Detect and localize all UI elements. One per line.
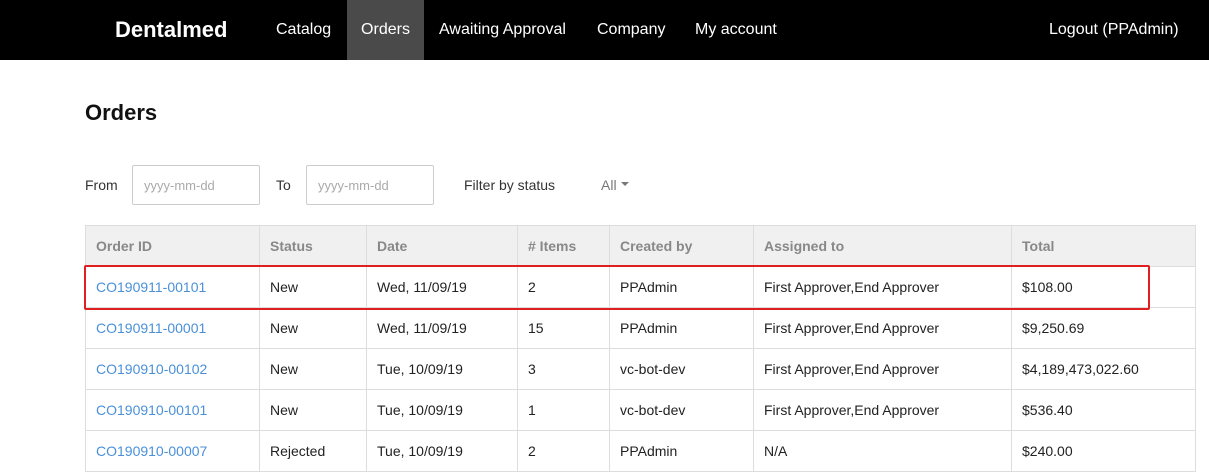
status-cell: New xyxy=(259,266,367,308)
order-id-link[interactable]: CO190911-00101 xyxy=(96,279,206,295)
order-id-cell: CO190911-00101 xyxy=(85,266,260,308)
date-cell: Wed, 11/09/19 xyxy=(366,307,518,349)
status-cell: New xyxy=(259,389,367,431)
total-cell: $240.00 xyxy=(1011,430,1196,472)
order-id-link[interactable]: CO190910-00101 xyxy=(96,402,207,418)
status-cell: Rejected xyxy=(259,430,367,472)
assigned-to-cell: First Approver,End Approver xyxy=(753,389,1012,431)
table-row[interactable]: CO190910-00007 Rejected Tue, 10/09/19 2 … xyxy=(85,430,1196,472)
column-header-items[interactable]: # Items xyxy=(517,225,610,267)
to-label: To xyxy=(276,177,291,193)
column-header-date[interactable]: Date xyxy=(366,225,518,267)
assigned-to-cell: N/A xyxy=(753,430,1012,472)
caret-down-icon xyxy=(620,182,629,187)
nav-awaiting-approval[interactable]: Awaiting Approval xyxy=(439,0,566,60)
items-cell: 15 xyxy=(517,307,610,349)
items-cell: 2 xyxy=(517,430,610,472)
table-row[interactable]: CO190911-00101 New Wed, 11/09/19 2 PPAdm… xyxy=(85,266,1196,308)
nav-catalog[interactable]: Catalog xyxy=(276,0,331,60)
column-header-status[interactable]: Status xyxy=(259,225,367,267)
from-date-input[interactable] xyxy=(132,165,260,205)
from-label: From xyxy=(85,177,118,193)
status-filter-value: All xyxy=(601,177,617,193)
table-row[interactable]: CO190911-00001 New Wed, 11/09/19 15 PPAd… xyxy=(85,307,1196,349)
table-row[interactable]: CO190910-00101 New Tue, 10/09/19 1 vc-bo… xyxy=(85,389,1196,431)
page-title: Orders xyxy=(85,100,158,125)
order-id-link[interactable]: CO190910-00007 xyxy=(96,443,207,459)
total-cell: $4,189,473,022.60 xyxy=(1011,348,1196,390)
order-id-cell: CO190911-00001 xyxy=(85,307,260,349)
created-by-cell: PPAdmin xyxy=(609,430,754,472)
date-cell: Tue, 10/09/19 xyxy=(366,430,518,472)
status-cell: New xyxy=(259,348,367,390)
status-cell: New xyxy=(259,307,367,349)
order-id-link[interactable]: CO190910-00102 xyxy=(96,361,207,377)
column-header-assigned-to[interactable]: Assigned to xyxy=(753,225,1012,267)
created-by-cell: vc-bot-dev xyxy=(609,389,754,431)
items-cell: 2 xyxy=(517,266,610,308)
status-filter-dropdown[interactable]: All xyxy=(601,177,629,193)
assigned-to-cell: First Approver,End Approver xyxy=(753,266,1012,308)
order-id-cell: CO190910-00101 xyxy=(85,389,260,431)
order-id-link[interactable]: CO190911-00001 xyxy=(96,320,206,336)
column-header-order-id[interactable]: Order ID xyxy=(85,225,260,267)
column-header-created-by[interactable]: Created by xyxy=(609,225,754,267)
total-cell: $9,250.69 xyxy=(1011,307,1196,349)
total-cell: $536.40 xyxy=(1011,389,1196,431)
brand-logo[interactable]: Dentalmed xyxy=(115,17,227,43)
date-cell: Tue, 10/09/19 xyxy=(366,389,518,431)
assigned-to-cell: First Approver,End Approver xyxy=(753,348,1012,390)
total-cell: $108.00 xyxy=(1011,266,1196,308)
items-cell: 3 xyxy=(517,348,610,390)
order-id-cell: CO190910-00007 xyxy=(85,430,260,472)
order-id-cell: CO190910-00102 xyxy=(85,348,260,390)
date-cell: Tue, 10/09/19 xyxy=(366,348,518,390)
column-header-total[interactable]: Total xyxy=(1011,225,1196,267)
created-by-cell: vc-bot-dev xyxy=(609,348,754,390)
nav-my-account[interactable]: My account xyxy=(695,0,777,60)
created-by-cell: PPAdmin xyxy=(609,266,754,308)
date-cell: Wed, 11/09/19 xyxy=(366,266,518,308)
logout-link[interactable]: Logout (PPAdmin) xyxy=(1049,0,1179,60)
table-row[interactable]: CO190910-00102 New Tue, 10/09/19 3 vc-bo… xyxy=(85,348,1196,390)
table-header-row: Order ID Status Date # Items Created by … xyxy=(85,225,1196,267)
nav-orders[interactable]: Orders xyxy=(347,0,424,60)
created-by-cell: PPAdmin xyxy=(609,307,754,349)
to-date-input[interactable] xyxy=(306,165,434,205)
top-navbar: Dentalmed Catalog Orders Awaiting Approv… xyxy=(0,0,1209,60)
status-filter-label: Filter by status xyxy=(464,177,556,193)
nav-company[interactable]: Company xyxy=(597,0,665,60)
assigned-to-cell: First Approver,End Approver xyxy=(753,307,1012,349)
items-cell: 1 xyxy=(517,389,610,431)
orders-table: Order ID Status Date # Items Created by … xyxy=(85,225,1196,472)
